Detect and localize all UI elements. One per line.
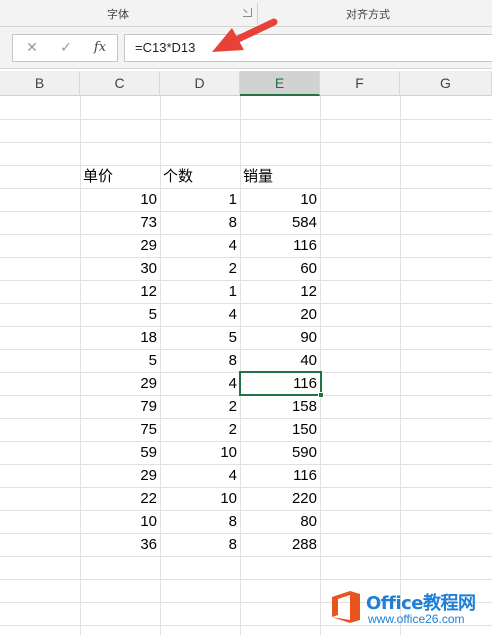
column-headers: B C D E F G bbox=[0, 71, 492, 96]
cell-e[interactable]: 590 bbox=[240, 441, 320, 464]
cell-e[interactable]: 10 bbox=[240, 188, 320, 211]
header-cell-e[interactable]: 销量 bbox=[240, 165, 320, 188]
cell-d[interactable]: 8 bbox=[160, 349, 240, 372]
cell-c[interactable]: 79 bbox=[80, 395, 160, 418]
column-header-g[interactable]: G bbox=[400, 71, 492, 96]
cell-c[interactable]: 29 bbox=[80, 234, 160, 257]
cell-d[interactable]: 10 bbox=[160, 487, 240, 510]
cell-d[interactable]: 8 bbox=[160, 510, 240, 533]
cell-e[interactable]: 20 bbox=[240, 303, 320, 326]
cell-d[interactable]: 4 bbox=[160, 372, 240, 395]
enter-icon[interactable]: ✓ bbox=[51, 35, 81, 61]
gridline-horizontal bbox=[0, 119, 492, 120]
cell-e[interactable]: 158 bbox=[240, 395, 320, 418]
cell-d[interactable]: 5 bbox=[160, 326, 240, 349]
cell-d[interactable]: 8 bbox=[160, 533, 240, 556]
gridline-horizontal bbox=[0, 579, 492, 580]
cell-d[interactable]: 1 bbox=[160, 188, 240, 211]
cell-d[interactable]: 4 bbox=[160, 464, 240, 487]
insert-function-icon[interactable]: fx bbox=[85, 35, 115, 61]
cell-c[interactable]: 18 bbox=[80, 326, 160, 349]
cell-c[interactable]: 75 bbox=[80, 418, 160, 441]
cell-c[interactable]: 29 bbox=[80, 372, 160, 395]
gridline-vertical bbox=[320, 96, 321, 635]
cell-d[interactable]: 2 bbox=[160, 418, 240, 441]
cell-c[interactable]: 10 bbox=[80, 188, 160, 211]
cell-e[interactable]: 116 bbox=[240, 234, 320, 257]
gridline-vertical bbox=[400, 96, 401, 635]
cell-c[interactable]: 22 bbox=[80, 487, 160, 510]
ribbon-group-font-label: 字体 bbox=[107, 8, 129, 21]
formula-input[interactable]: =C13*D13 bbox=[124, 34, 492, 62]
cell-d[interactable]: 1 bbox=[160, 280, 240, 303]
cell-c[interactable]: 30 bbox=[80, 257, 160, 280]
header-cell-d[interactable]: 个数 bbox=[160, 165, 240, 188]
column-header-b[interactable]: B bbox=[0, 71, 80, 96]
cell-c[interactable]: 5 bbox=[80, 303, 160, 326]
ribbon-group-alignment-label: 对齐方式 bbox=[346, 8, 390, 21]
cell-c[interactable]: 73 bbox=[80, 211, 160, 234]
cell-e[interactable]: 220 bbox=[240, 487, 320, 510]
cell-e[interactable]: 40 bbox=[240, 349, 320, 372]
column-header-f[interactable]: F bbox=[320, 71, 400, 96]
cell-d[interactable]: 2 bbox=[160, 395, 240, 418]
cell-e[interactable]: 90 bbox=[240, 326, 320, 349]
cell-e[interactable]: 116 bbox=[240, 464, 320, 487]
cell-c[interactable]: 36 bbox=[80, 533, 160, 556]
gridline-horizontal bbox=[0, 142, 492, 143]
cell-e[interactable]: 80 bbox=[240, 510, 320, 533]
cell-c[interactable]: 29 bbox=[80, 464, 160, 487]
cell-d[interactable]: 4 bbox=[160, 234, 240, 257]
cell-c[interactable]: 10 bbox=[80, 510, 160, 533]
cell-c[interactable]: 5 bbox=[80, 349, 160, 372]
cell-d[interactable]: 4 bbox=[160, 303, 240, 326]
gridline-horizontal bbox=[0, 556, 492, 557]
cell-e[interactable]: 288 bbox=[240, 533, 320, 556]
column-header-d[interactable]: D bbox=[160, 71, 240, 96]
formula-buttons: ✕ ✓ fx bbox=[12, 34, 118, 62]
cell-e[interactable]: 60 bbox=[240, 257, 320, 280]
cell-e[interactable]: 12 bbox=[240, 280, 320, 303]
column-header-e[interactable]: E bbox=[240, 71, 320, 96]
office26-watermark: Office教程网 www.office26.com bbox=[328, 586, 488, 630]
watermark-url: www.office26.com bbox=[368, 612, 465, 626]
cell-d[interactable]: 8 bbox=[160, 211, 240, 234]
cell-e[interactable]: 584 bbox=[240, 211, 320, 234]
cell-c[interactable]: 12 bbox=[80, 280, 160, 303]
spreadsheet-grid[interactable]: 单价 个数 销量 10 1 10 73 8 584 29 4 116 30 2 60 12 1 12 5 4 20 18 5… bbox=[0, 96, 492, 635]
cell-e[interactable]: 150 bbox=[240, 418, 320, 441]
cell-d[interactable]: 2 bbox=[160, 257, 240, 280]
cell-c[interactable]: 59 bbox=[80, 441, 160, 464]
fill-handle[interactable] bbox=[318, 392, 324, 398]
column-header-c[interactable]: C bbox=[80, 71, 160, 96]
annotation-arrow-icon bbox=[212, 18, 278, 52]
header-cell-c[interactable]: 单价 bbox=[80, 165, 160, 188]
active-cell-highlight bbox=[239, 371, 322, 396]
cell-d[interactable]: 10 bbox=[160, 441, 240, 464]
office-logo-icon bbox=[332, 591, 360, 623]
cancel-icon[interactable]: ✕ bbox=[17, 35, 47, 61]
